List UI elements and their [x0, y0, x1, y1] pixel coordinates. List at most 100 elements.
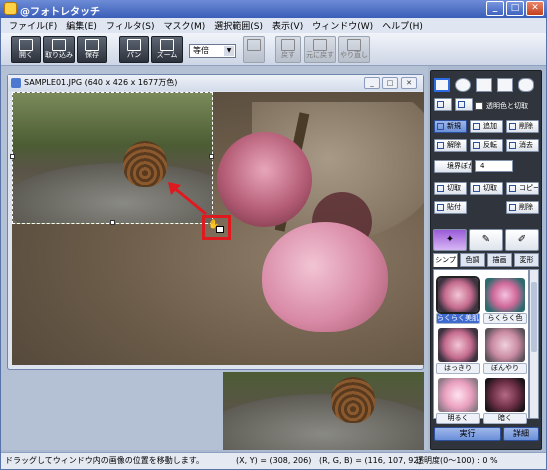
maximize-button[interactable]: □: [506, 1, 524, 16]
redo-button[interactable]: やり直し: [338, 36, 370, 63]
feather-spinner[interactable]: 4: [475, 160, 513, 172]
thumb-stump: [223, 394, 424, 450]
tab-brush-icon[interactable]: ✎: [469, 229, 503, 251]
zoom-select[interactable]: 等倍 ▼: [189, 44, 236, 58]
panel-tabs: ✦ ✎ ✐: [433, 229, 539, 251]
filter-item[interactable]: はっきり: [436, 328, 480, 374]
brush-button[interactable]: [243, 36, 265, 63]
pan-icon: [127, 39, 141, 51]
image-close-button[interactable]: ✕: [401, 77, 417, 89]
open-button[interactable]: 開く: [11, 36, 41, 63]
brush-icon: [247, 39, 261, 51]
hand-button[interactable]: 戻す: [275, 36, 301, 63]
resize-handle-bottom[interactable]: [110, 220, 115, 225]
copy-button[interactable]: コピー: [506, 182, 539, 195]
tab-tone[interactable]: 色調: [460, 253, 485, 267]
paste-icon: [437, 204, 444, 211]
filter-thumb: [485, 328, 525, 362]
apply-button[interactable]: 実行: [434, 427, 501, 441]
delete-button[interactable]: 削除: [506, 201, 539, 214]
status-message: ドラッグしてウィンドウ内の画像の位置を移動します。: [5, 456, 204, 465]
menu-selection[interactable]: 選択範囲(S): [214, 19, 263, 32]
filter-label: らくらく色: [483, 313, 527, 324]
deselect-button[interactable]: 解除: [434, 139, 467, 152]
save-label: 保存: [85, 51, 99, 59]
resize-handle-left[interactable]: [10, 154, 15, 159]
menu-filter[interactable]: フィルタ(S): [106, 19, 155, 32]
freehand-select-icon[interactable]: [497, 78, 513, 92]
open-label: 開く: [19, 51, 33, 59]
save-icon: [85, 39, 99, 51]
wand-plus-icon: [458, 101, 465, 108]
photo-bud-dark: [217, 132, 312, 227]
scrollbar-thumb[interactable]: [531, 282, 537, 352]
paste-label: 貼付: [447, 203, 461, 211]
add-selection-button[interactable]: 追加: [470, 120, 503, 133]
detail-button[interactable]: 詳細: [503, 427, 539, 441]
menu-file[interactable]: ファイル(F): [9, 19, 57, 32]
filter-item[interactable]: 暗く: [483, 378, 527, 424]
wand-plus-button[interactable]: [455, 98, 473, 111]
status-opacity: 透明度(0〜100) : 0 %: [416, 456, 498, 465]
toolbar: 開く 取り込み 保存 パン ズーム 等倍 ▼ 戻す 元に戻す やり直し: [1, 33, 546, 66]
deselect-label: 解除: [447, 141, 461, 149]
new-selection-button[interactable]: 新規: [434, 120, 467, 133]
photo-bud-pink: [262, 222, 388, 332]
rect-select-icon[interactable]: [434, 78, 450, 92]
filter-item[interactable]: ぼんやり: [483, 328, 527, 374]
invert-label: 反転: [483, 141, 497, 149]
image-icon: [11, 78, 21, 88]
tab-simple[interactable]: シンプル: [433, 253, 458, 276]
paste-button[interactable]: 貼付: [434, 201, 467, 214]
cut-button[interactable]: 切取: [434, 182, 467, 195]
tab-filter-icon[interactable]: ✦: [433, 229, 467, 251]
undo-button[interactable]: 元に戻す: [304, 36, 336, 63]
resize-handle-right[interactable]: [209, 154, 214, 159]
pan-button[interactable]: パン: [119, 36, 149, 63]
import-label: 取り込み: [45, 51, 73, 59]
import-icon: [52, 39, 66, 51]
magic-wand-button[interactable]: [434, 98, 452, 111]
delete-icon: [509, 204, 516, 211]
transparent-label: 透明色と切取: [486, 102, 528, 110]
filter-item[interactable]: らくらく色: [483, 278, 527, 324]
crop-button[interactable]: 切取: [470, 182, 503, 195]
menu-mask[interactable]: マスク(M): [163, 19, 205, 32]
erase-button[interactable]: 消去: [506, 139, 539, 152]
hand-icon: [281, 39, 295, 51]
cut-label: 切取: [447, 184, 461, 192]
image-maximize-button[interactable]: □: [382, 77, 398, 89]
minimize-button[interactable]: _: [486, 1, 504, 16]
menu-edit[interactable]: 編集(E): [66, 19, 97, 32]
remove-selection-button[interactable]: 削除: [506, 120, 539, 133]
menu-help[interactable]: ヘルプ(H): [382, 19, 423, 32]
menu-window[interactable]: ウィンドウ(W): [312, 19, 373, 32]
invert-button[interactable]: 反転: [470, 139, 503, 152]
menu-view[interactable]: 表示(V): [272, 19, 303, 32]
tab-draw[interactable]: 描画: [487, 253, 512, 267]
polygon-select-icon[interactable]: [476, 78, 492, 92]
erase-label: 消去: [519, 141, 533, 149]
zoom-button[interactable]: ズーム: [151, 36, 183, 63]
filter-item[interactable]: 明るく: [436, 378, 480, 424]
filter-thumb: [438, 378, 478, 412]
filter-scrollbar[interactable]: [529, 269, 539, 419]
import-button[interactable]: 取り込み: [43, 36, 75, 63]
transparent-checkbox[interactable]: [475, 102, 483, 110]
window-cursor-icon: [216, 226, 224, 233]
remove-label: 削除: [519, 122, 533, 130]
filter-item[interactable]: らくらく美肌: [436, 276, 480, 324]
open-folder-icon: [19, 39, 33, 51]
pan-label: パン: [126, 51, 142, 59]
image-minimize-button[interactable]: _: [364, 77, 380, 89]
ellipse-select-icon[interactable]: [455, 78, 471, 92]
close-button[interactable]: ✕: [526, 1, 544, 16]
filter-label: はっきり: [436, 363, 480, 374]
title-bar: @フォトレタッチ _ □ ✕: [0, 0, 547, 18]
copy-icon: [509, 185, 516, 192]
auto-select-icon[interactable]: [518, 78, 534, 92]
feather-button[interactable]: 境界ぼかし: [434, 160, 472, 173]
tab-stamp-icon[interactable]: ✐: [505, 229, 539, 251]
tab-transform[interactable]: 変形: [514, 253, 539, 267]
save-button[interactable]: 保存: [77, 36, 107, 63]
